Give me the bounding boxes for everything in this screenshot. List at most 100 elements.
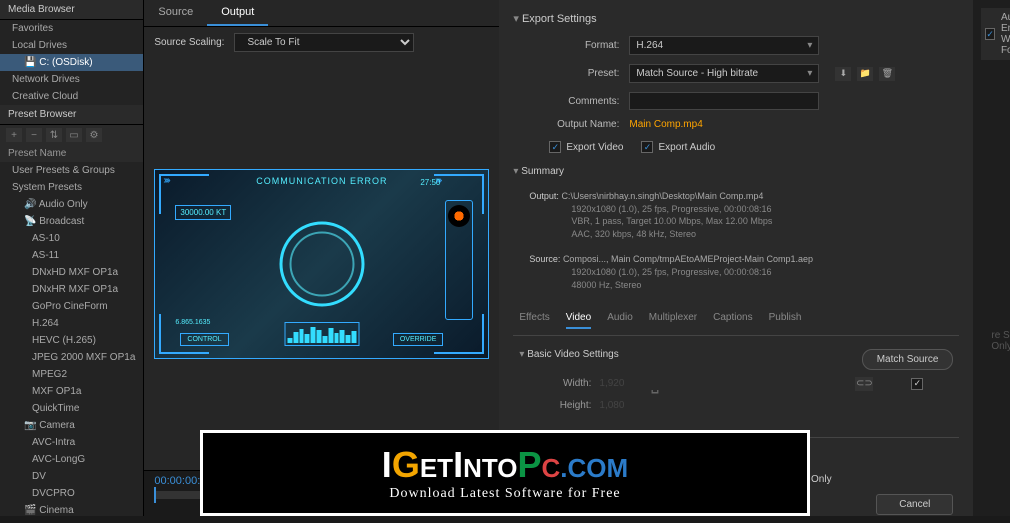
preset-item[interactable]: AS-11 — [0, 247, 143, 264]
preset-item[interactable]: MPEG2 — [0, 366, 143, 383]
export-video-checkbox[interactable]: Export Video — [549, 141, 623, 153]
watermark-title: IGETINTOPC.COM — [382, 444, 628, 486]
height-row: Height: 1,080 — [549, 397, 923, 414]
preset-item[interactable]: DV — [0, 468, 143, 485]
export-audio-checkbox[interactable]: Export Audio — [641, 141, 715, 153]
settings-preset-icon[interactable]: ⚙ — [86, 128, 102, 142]
checkbox-icon — [549, 141, 561, 153]
preset-dropdown[interactable]: Match Source - High bitrate — [629, 64, 819, 83]
media-browser-header[interactable]: Media Browser — [0, 0, 143, 20]
export-av-row: Export Video Export Audio — [513, 137, 959, 157]
preset-item[interactable]: JPEG 2000 MXF OP1a — [0, 349, 143, 366]
preset-item[interactable]: GoPro CineForm — [0, 298, 143, 315]
preset-item[interactable]: QuickTime — [0, 400, 143, 417]
height-label: Height: — [549, 400, 591, 411]
hud-title: COMMUNICATION ERROR — [256, 176, 387, 186]
renderer-label: re Software Only — [991, 330, 1010, 352]
auto-encode-checkbox[interactable] — [985, 28, 995, 40]
scaling-dropdown[interactable]: Scale To Fit — [234, 33, 414, 52]
system-presets-node[interactable]: System Presets — [0, 179, 143, 196]
preset-item[interactable]: DNxHR MXF OP1a — [0, 281, 143, 298]
summary-title[interactable]: Summary — [513, 162, 959, 181]
tab-video[interactable]: Video — [566, 312, 591, 329]
favorites-node[interactable]: Favorites — [0, 20, 143, 37]
scaling-row: Source Scaling: Scale To Fit — [144, 27, 499, 58]
left-sidebar: Media Browser Favorites Local Drives 💾 C… — [0, 0, 144, 516]
basic-video-title[interactable]: Basic Video Settings — [519, 349, 618, 360]
checkbox-icon — [641, 141, 653, 153]
settings-tabs: Effects Video Audio Multiplexer Captions… — [513, 306, 959, 336]
preview-area: ›››› ›››› COMMUNICATION ERROR 27:50 3000… — [144, 58, 499, 470]
link-icon[interactable]: ⎵ — [651, 373, 658, 394]
preset-item[interactable]: H.264 — [0, 315, 143, 332]
watermark-overlay: IGETINTOPC.COM Download Latest Software … — [200, 430, 810, 516]
chain-icon[interactable]: ⊂⊃ — [855, 377, 873, 391]
preset-item[interactable]: AS-10 — [0, 230, 143, 247]
format-dropdown[interactable]: H.264 — [629, 36, 819, 55]
height-value[interactable]: 1,080 — [599, 400, 639, 411]
preset-name-col: Preset Name — [0, 145, 143, 162]
summary-source-label: Source: — [529, 254, 560, 264]
sync-preset-icon[interactable]: ⇅ — [46, 128, 62, 142]
camera-node[interactable]: 📷 Camera — [0, 417, 143, 434]
tab-captions[interactable]: Captions — [713, 312, 752, 329]
preset-item[interactable]: DNxHD MXF OP1a — [0, 264, 143, 281]
scaling-label: Source Scaling: — [154, 37, 224, 48]
cancel-button[interactable]: Cancel — [876, 494, 953, 515]
creative-cloud-node[interactable]: Creative Cloud — [0, 88, 143, 105]
match-width-checkbox[interactable] — [911, 378, 923, 390]
delete-preset-icon[interactable]: 🗑 — [879, 67, 895, 81]
comments-input[interactable] — [629, 92, 819, 110]
c-drive-node[interactable]: 💾 C: (OSDisk) — [0, 54, 143, 71]
preset-toolbar: + − ⇅ ▭ ⚙ — [0, 125, 143, 145]
hud-override-label: OVERRIDE — [393, 333, 444, 346]
import-preset-icon[interactable]: 📁 — [857, 67, 873, 81]
width-label: Width: — [549, 378, 591, 389]
local-drives-node[interactable]: Local Drives — [0, 37, 143, 54]
export-settings-title[interactable]: Export Settings — [513, 8, 959, 29]
preset-item[interactable]: AVC-LongG — [0, 451, 143, 468]
save-preset-icon[interactable]: ⬇ — [835, 67, 851, 81]
comments-row: Comments: — [513, 90, 959, 112]
preset-item[interactable]: MXF OP1a — [0, 383, 143, 400]
preset-browser-header[interactable]: Preset Browser — [0, 105, 143, 125]
width-value[interactable]: 1,920 — [599, 378, 639, 389]
hud-ring-icon — [289, 232, 354, 297]
queue-body: re Software Only — [981, 60, 1010, 362]
tab-source[interactable]: Source — [144, 0, 207, 26]
network-drives-node[interactable]: Network Drives — [0, 71, 143, 88]
watermark-subtitle: Download Latest Software for Free — [389, 486, 620, 502]
tab-audio[interactable]: Audio — [607, 312, 633, 329]
queue-header: Auto-Encode Watch Fold... ■ ▶ — [981, 8, 1010, 60]
c-drive-label: C: (OSDisk) — [39, 57, 92, 68]
remove-preset-icon[interactable]: − — [26, 128, 42, 142]
width-row: Width: 1,920 ⎵ ⊂⊃ — [549, 370, 923, 397]
add-preset-icon[interactable]: + — [6, 128, 22, 142]
cinema-node[interactable]: 🎬 Cinema — [0, 502, 143, 516]
broadcast-node[interactable]: 📡 Broadcast — [0, 213, 143, 230]
basic-video-section: Basic Video Settings Match Source Width:… — [513, 341, 959, 432]
preset-item[interactable]: HEVC (H.265) — [0, 332, 143, 349]
output-name-label: Output Name: — [549, 119, 619, 130]
user-presets-node[interactable]: User Presets & Groups — [0, 162, 143, 179]
preset-row: Preset: Match Source - High bitrate ⬇ 📁 … — [513, 62, 959, 85]
output-name-link[interactable]: Main Comp.mp4 — [629, 119, 702, 130]
preset-browser: Preset Browser + − ⇅ ▭ ⚙ Preset Name Use… — [0, 105, 143, 516]
output-name-row: Output Name: Main Comp.mp4 — [513, 117, 959, 132]
folder-preset-icon[interactable]: ▭ — [66, 128, 82, 142]
tab-effects[interactable]: Effects — [519, 312, 549, 329]
format-row: Format: H.264 — [513, 34, 959, 57]
preset-item[interactable]: AVC-Intra — [0, 434, 143, 451]
preset-item[interactable]: DVCPRO — [0, 485, 143, 502]
preview-tabs: Source Output — [144, 0, 499, 27]
queue-panel: Auto-Encode Watch Fold... ■ ▶ re Softwar… — [973, 0, 1010, 516]
audio-only-node[interactable]: 🔊 Audio Only — [0, 196, 143, 213]
tab-multiplexer[interactable]: Multiplexer — [649, 312, 697, 329]
tab-publish[interactable]: Publish — [769, 312, 802, 329]
preview-canvas: ›››› ›››› COMMUNICATION ERROR 27:50 3000… — [154, 169, 489, 359]
summary-source: Source: Composi..., Main Comp/tmpAEtoAME… — [513, 249, 959, 295]
comments-label: Comments: — [549, 96, 619, 107]
tab-output[interactable]: Output — [207, 0, 268, 26]
hud-readout: 30000.00 KT — [175, 205, 231, 220]
match-source-button[interactable]: Match Source — [862, 349, 954, 370]
